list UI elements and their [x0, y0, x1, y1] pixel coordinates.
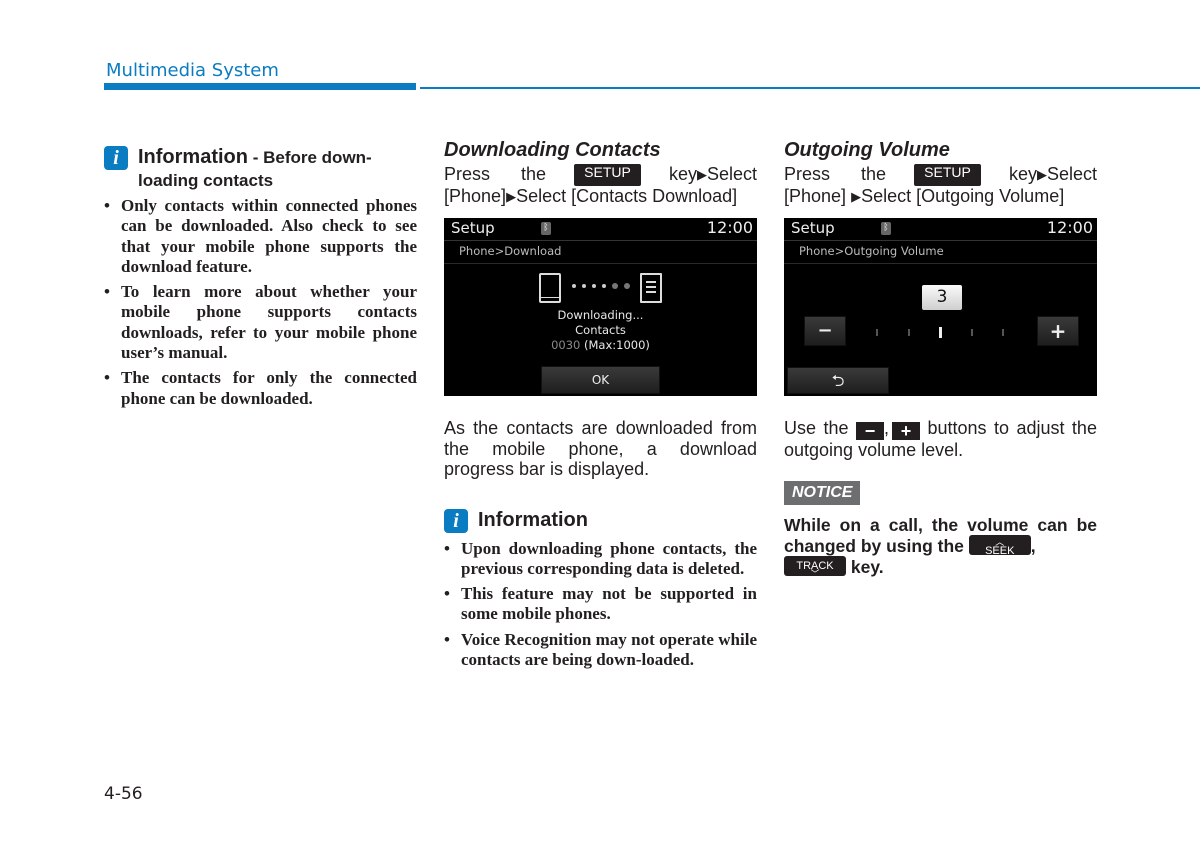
- contacts-document-icon: [640, 273, 662, 303]
- progress-dot: [624, 283, 630, 289]
- progress-dot: [582, 284, 586, 288]
- ok-button[interactable]: OK: [541, 366, 660, 394]
- divider: [444, 263, 757, 264]
- info-before-downloading: i Information - Before down- loading con…: [104, 145, 417, 414]
- seek-key: ︿ SEEK: [968, 534, 1031, 557]
- bullet-item: The contacts for only the connected phon…: [104, 368, 417, 409]
- bullet-item: To learn more about whether your mobile …: [104, 282, 417, 363]
- outgoing-volume-screen: Setup ᛒ 12:00 Phone>Outgoing Volume 3 − …: [784, 218, 1097, 396]
- count-max: (Max:1000): [580, 338, 650, 352]
- plus-button-icon: +: [891, 422, 920, 440]
- track-key: TRACK ﹀: [784, 556, 846, 579]
- volume-tick: [970, 329, 973, 336]
- info-title: Information: [478, 508, 588, 531]
- volume-tick: [907, 329, 910, 336]
- section-heading: Outgoing Volume: [784, 139, 950, 161]
- screen-breadcrumb: Phone>Download: [459, 244, 562, 258]
- divider: [784, 263, 1097, 264]
- back-arrow-icon: ⮌: [831, 371, 845, 390]
- arrow-right-icon: ▶: [506, 188, 517, 204]
- download-description-block: As the contacts are downloaded from the …: [444, 418, 757, 675]
- download-count: 0030 (Max:1000): [444, 338, 757, 352]
- instr-select-volume: Select [Outgoing Volume]: [861, 185, 1065, 206]
- arrow-right-icon: ▶: [851, 188, 862, 204]
- instr-select: Select: [706, 164, 757, 184]
- info-title: Information: [138, 146, 248, 168]
- instr-phone: [Phone]: [444, 185, 507, 206]
- info-icon: i: [104, 146, 128, 170]
- instructions: Press the SETUP key▶Select [Phone]▶Selec…: [444, 164, 757, 207]
- bullet-item: Upon downloading phone contacts, the pre…: [444, 539, 757, 580]
- progress-dot: [572, 284, 576, 288]
- screen-title: Setup: [451, 219, 495, 237]
- instr-select-contacts: Select [Contacts Download]: [516, 185, 738, 206]
- setup-key: SETUP: [574, 164, 641, 186]
- volume-description-block: Use the −, + buttons to adjust the outgoi…: [784, 418, 1097, 580]
- back-button[interactable]: ⮌: [787, 367, 889, 394]
- download-description: As the contacts are downloaded from the …: [444, 418, 757, 479]
- downloading-contacts-section: Downloading Contacts Press the SETUP key…: [444, 138, 757, 207]
- volume-tick: [876, 329, 878, 336]
- info-bullets: Upon downloading phone contacts, the pre…: [444, 539, 757, 671]
- phone-icon: [539, 273, 561, 303]
- status-downloading: Downloading...: [557, 308, 644, 322]
- volume-description: Use the −, + buttons to adjust the outgoi…: [784, 418, 1097, 460]
- info-subtitle-line2: loading contacts: [138, 171, 274, 190]
- notice-text: While on a call, the volume can be chang…: [784, 514, 1097, 580]
- count-value: 0030: [551, 338, 581, 352]
- desc-text: Use the: [784, 418, 849, 438]
- instr-key: key: [1008, 164, 1037, 184]
- progress-dot: [612, 283, 618, 289]
- screen-status-bar: Setup ᛒ 12:00: [444, 218, 757, 241]
- progress-dots: [572, 283, 630, 289]
- instructions: Press the SETUP key▶Select [Phone] ▶Sele…: [784, 164, 1097, 207]
- volume-value: 3: [922, 285, 962, 310]
- progress-dot: [592, 284, 596, 288]
- info-heading: i Information - Before down-: [104, 145, 417, 170]
- bullet-item: Voice Recognition may not operate while …: [444, 630, 757, 671]
- section-heading: Downloading Contacts: [444, 139, 661, 161]
- notice-text-part: While on a call, the volume can be chang…: [784, 514, 1097, 556]
- volume-tick: [939, 327, 942, 338]
- screen-status-bar: Setup ᛒ 12:00: [784, 218, 1097, 241]
- page-number: 4-56: [104, 784, 143, 804]
- bullet-item: This feature may not be supported in som…: [444, 584, 757, 625]
- instr-select: Select: [1046, 164, 1097, 184]
- bluetooth-download-icon: ᛒ: [541, 222, 551, 235]
- status-contacts: Contacts: [575, 323, 626, 337]
- notice-label: NOTICE: [784, 480, 861, 505]
- instr-press: Press the: [784, 164, 887, 184]
- clock: 12:00: [706, 218, 753, 237]
- volume-plus-button[interactable]: +: [1037, 316, 1079, 346]
- arrow-right-icon: ▶: [696, 167, 707, 182]
- header-rule: [420, 87, 1200, 89]
- instr-phone: [Phone]: [784, 185, 847, 206]
- progress-dot: [602, 284, 606, 288]
- screen-title: Setup: [791, 219, 835, 237]
- volume-tick: [1002, 329, 1004, 336]
- setup-key: SETUP: [914, 164, 981, 186]
- minus-button-icon: −: [855, 422, 884, 440]
- clock: 12:00: [1046, 218, 1093, 237]
- info-icon: i: [444, 508, 468, 533]
- download-screen: Setup ᛒ 12:00 Phone>Download Downloading…: [444, 218, 757, 396]
- screen-breadcrumb: Phone>Outgoing Volume: [799, 244, 944, 258]
- section-title: Multimedia System: [106, 60, 279, 81]
- info-bullets: Only contacts within connected phones ca…: [104, 196, 417, 409]
- instr-press: Press the: [444, 164, 547, 184]
- arrow-right-icon: ▶: [1036, 167, 1047, 182]
- info-heading: i Information: [444, 508, 757, 533]
- instr-key: key: [668, 164, 697, 184]
- volume-minus-button[interactable]: −: [804, 316, 846, 346]
- bluetooth-icon: ᛒ: [881, 222, 891, 235]
- info-subtitle: - Before down-: [248, 148, 372, 167]
- header-accent-bar: [104, 83, 416, 90]
- bullet-item: Only contacts within connected phones ca…: [104, 196, 417, 277]
- outgoing-volume-section: Outgoing Volume Press the SETUP key▶Sele…: [784, 138, 1097, 207]
- notice-text-part: key.: [850, 557, 884, 578]
